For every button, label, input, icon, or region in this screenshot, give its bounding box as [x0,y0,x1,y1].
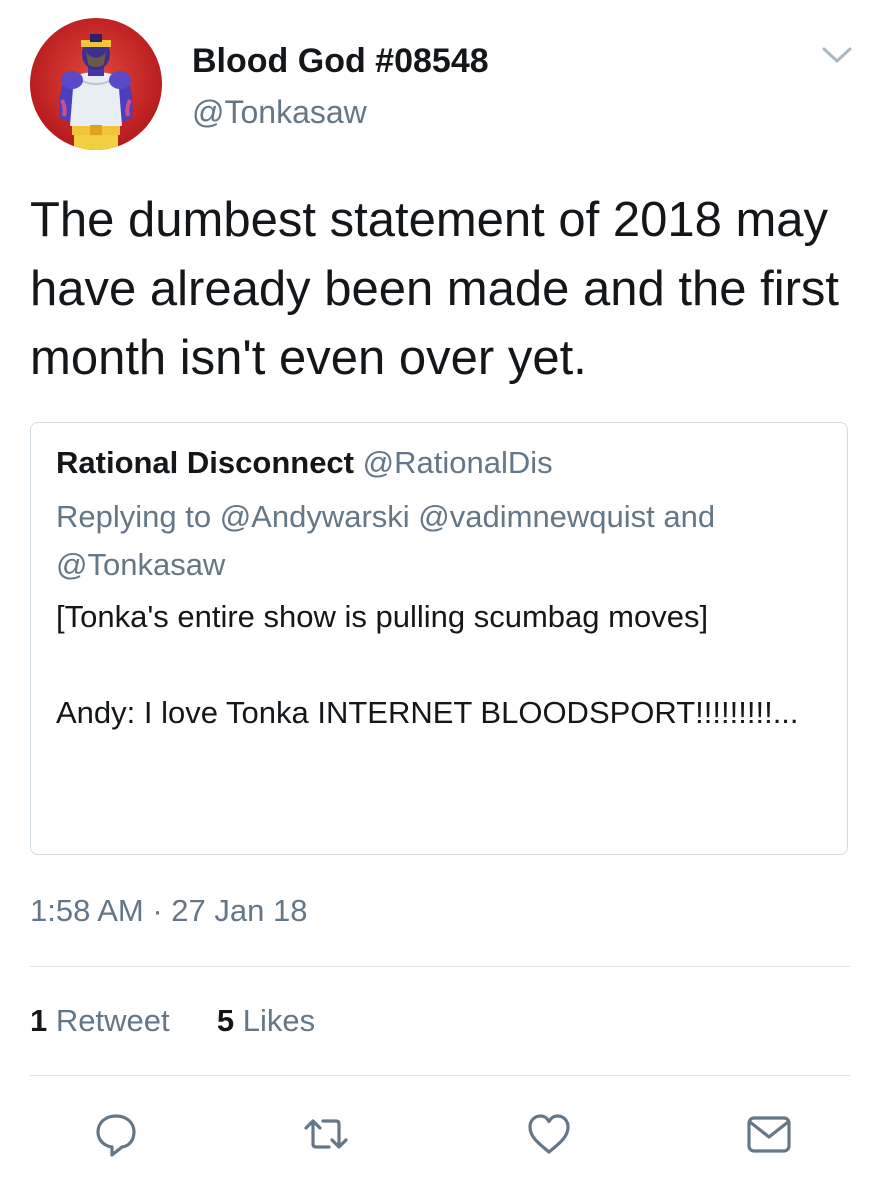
retweets-label: Retweet [55,1003,170,1038]
quoted-tweet-text: [Tonka's entire show is pulling scumbag … [56,599,799,730]
reply-button[interactable] [92,1110,140,1158]
likes-label: Likes [242,1003,316,1038]
user-handle[interactable]: @Tonkasaw [192,94,367,131]
quoted-tweet-card[interactable]: Rational Disconnect @RationalDis Replyin… [30,422,848,855]
retweet-button[interactable] [302,1110,350,1158]
retweets-stat[interactable]: 1 Retweet [30,1003,178,1038]
like-button[interactable] [525,1110,573,1158]
quoted-tweet-header: Rational Disconnect @RationalDis [56,445,553,481]
tweet-timestamp[interactable]: 1:58 AM · 27 Jan 18 [30,893,307,929]
retweet-icon [304,1119,348,1149]
direct-message-button[interactable] [745,1110,793,1158]
quoted-user-handle: @RationalDis [362,445,553,480]
avatar-image [30,18,162,150]
likes-stat[interactable]: 5 Likes [217,1003,315,1038]
retweets-count: 1 [30,1003,48,1038]
divider [30,966,850,967]
envelope-icon [747,1116,791,1153]
engagement-stats: 1 Retweet 5 Likes [30,1003,315,1039]
display-name[interactable]: Blood God #08548 [192,42,489,81]
reply-icon [96,1114,136,1157]
heart-icon [528,1114,570,1154]
avatar[interactable] [30,18,162,150]
tweet-text: The dumbest statement of 2018 may have a… [30,193,840,385]
likes-count: 5 [216,1003,235,1038]
chevron-down-icon[interactable] [820,44,854,68]
quoted-reply-context: Replying to @Andywarski @vadimnewquist a… [56,499,716,582]
quoted-display-name: Rational Disconnect [56,445,354,480]
divider [30,1075,850,1076]
